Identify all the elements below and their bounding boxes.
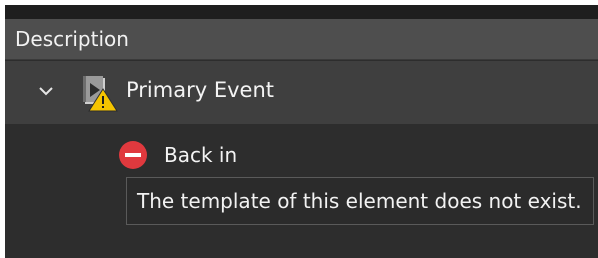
tree-row-back-in[interactable]: Back in [5, 124, 598, 182]
tree-row-primary-event[interactable]: Primary Event [5, 61, 598, 124]
tree-label-back-in: Back in [164, 143, 238, 167]
tooltip-text: The template of this element does not ex… [137, 189, 582, 213]
column-header-description[interactable]: Description [5, 19, 598, 60]
panel: Description Primary Event Back in The te… [5, 5, 598, 258]
error-icon [119, 141, 147, 169]
tooltip: The template of this element does not ex… [126, 177, 594, 225]
chevron-down-icon[interactable] [38, 83, 54, 99]
video-warning-icon [83, 76, 118, 112]
top-strip [5, 5, 598, 19]
tree-label-primary-event: Primary Event [126, 78, 274, 102]
column-header-label: Description [15, 27, 129, 51]
